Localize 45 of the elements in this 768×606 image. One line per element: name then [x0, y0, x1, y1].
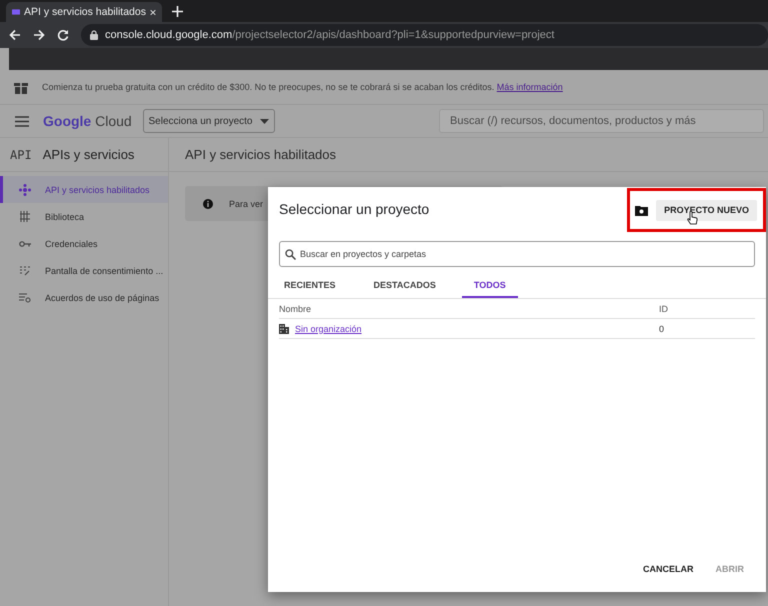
- table-cell: 0: [659, 324, 664, 334]
- google-cloud-logo[interactable]: Google Cloud: [43, 113, 129, 129]
- caret-icon: [260, 118, 270, 124]
- info-icon: [203, 198, 213, 208]
- lock-icon: [90, 30, 98, 40]
- diamond-dots-icon: [19, 184, 31, 196]
- search-field[interactable]: Buscar (/) recursos, documentos, productos y más: [439, 109, 764, 133]
- sidebar-item[interactable]: Biblioteca: [0, 203, 168, 230]
- sidebar-item[interactable]: API y servicios habilitados: [0, 176, 168, 203]
- address-bar[interactable]: console.cloud.google.com/projectselector2/apis/dashboard?pli=1&supportedpurview=project: [81, 24, 768, 46]
- more-info-link[interactable]: Más información: [496, 82, 563, 92]
- folder-settings-icon[interactable]: [635, 204, 648, 216]
- tab[interactable]: RECIENTES: [272, 273, 348, 298]
- page-title: API y servicios habilitados: [169, 138, 768, 172]
- key-icon: [19, 240, 31, 246]
- consent-icon: [20, 266, 30, 276]
- library-icon: [20, 211, 30, 222]
- reload-icon[interactable]: [57, 29, 69, 41]
- search-icon: [285, 249, 296, 260]
- tab[interactable]: DESTACADOS: [362, 273, 448, 298]
- list-settings-icon: [19, 292, 31, 302]
- menu-icon[interactable]: [15, 116, 29, 126]
- column-header: ID: [659, 304, 668, 314]
- dialog-title: Seleccionar un proyecto: [279, 201, 430, 217]
- new-tab-icon[interactable]: [172, 6, 183, 17]
- new-project-button[interactable]: PROYECTO NUEVO: [656, 200, 757, 220]
- browser-tab[interactable]: API y servicios habilitados: [6, 2, 162, 22]
- project-selector[interactable]: Selecciona un proyecto: [143, 109, 275, 133]
- building-icon: [279, 324, 289, 334]
- dialog-button[interactable]: CANCELAR: [635, 560, 702, 578]
- sidebar-item[interactable]: Credenciales: [0, 230, 168, 257]
- back-icon[interactable]: [9, 29, 21, 41]
- promo-message: Comienza tu prueba gratuita con un crédito de $300. No te preocupes, no se te cobrará si se acaban los créditos. Más información: [42, 82, 563, 92]
- api-label: API: [10, 148, 32, 162]
- section-title: APIs y servicios: [42, 147, 134, 162]
- sidebar-item[interactable]: Acuerdos de uso de páginas: [0, 284, 168, 311]
- notice-text: Para ver: [229, 198, 264, 208]
- gift-icon: [14, 80, 28, 94]
- organization-link[interactable]: Sin organización: [295, 324, 362, 334]
- column-header: Nombre: [279, 304, 312, 314]
- forward-icon[interactable]: [33, 29, 45, 41]
- tab[interactable]: TODOS: [462, 273, 518, 298]
- sidebar-item[interactable]: Pantalla de consentimiento ...: [0, 257, 168, 284]
- project-search-field[interactable]: Buscar en proyectos y carpetas: [279, 241, 755, 267]
- close-icon[interactable]: [150, 8, 156, 16]
